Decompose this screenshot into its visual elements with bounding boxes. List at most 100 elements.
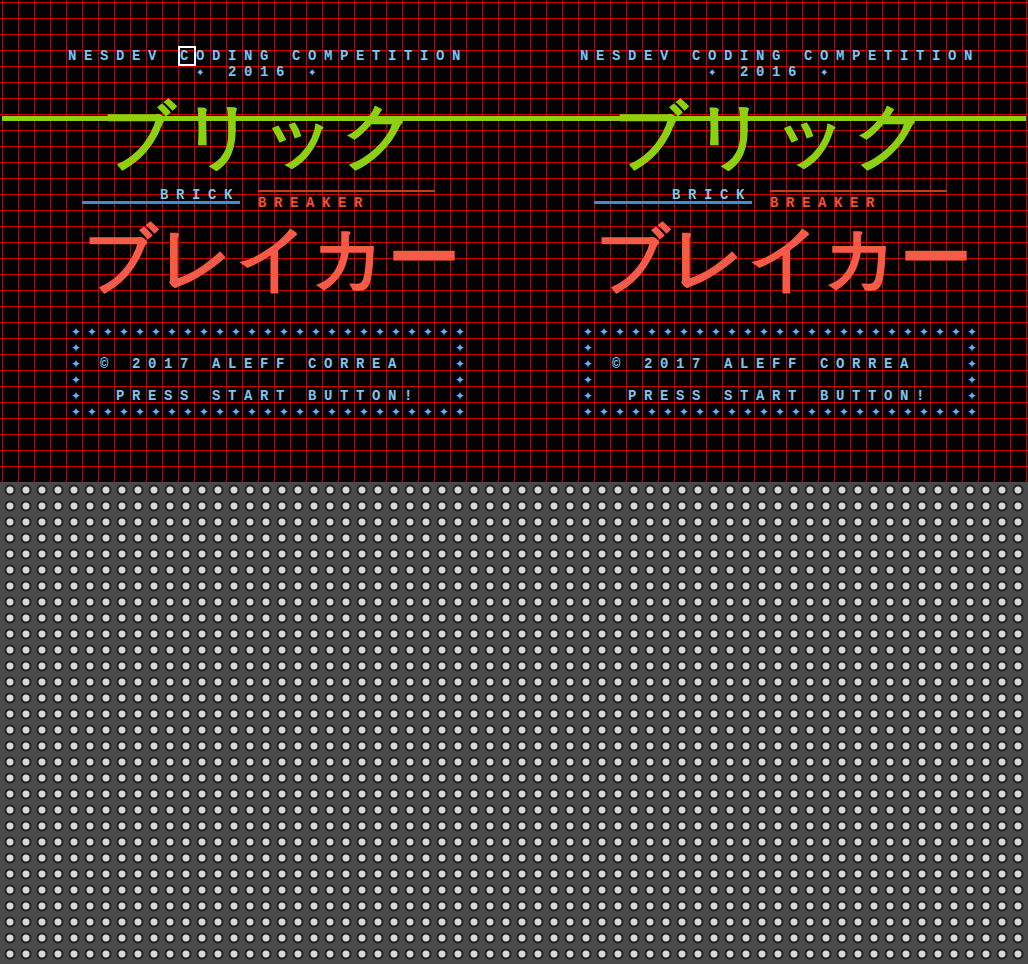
star-icon: ✦ [964, 340, 980, 356]
star-icon: ✦ [708, 324, 724, 340]
box-border-top: ✦✦✦✦✦✦✦✦✦✦✦✦✦✦✦✦✦✦✦✦✦✦✦✦✦ [68, 324, 468, 340]
star-icon: ✦ [596, 324, 612, 340]
star-icon: ✦ [84, 404, 100, 420]
star-icon: ✦ [900, 324, 916, 340]
star-icon: ✦ [804, 324, 820, 340]
star-icon: ✦ [932, 404, 948, 420]
logo-labels: BRICK BREAKER [514, 186, 1026, 216]
star-icon: ✦ [692, 404, 708, 420]
star-icon: ✦ [644, 404, 660, 420]
star-icon: ✦ [244, 324, 260, 340]
star-icon: ✦ [452, 388, 468, 404]
box-border-top: ✦✦✦✦✦✦✦✦✦✦✦✦✦✦✦✦✦✦✦✦✦✦✦✦✦ [580, 324, 980, 340]
lower-nametables[interactable] [0, 482, 1028, 964]
star-icon: ✦ [452, 340, 468, 356]
logo-katakana-bottom: ブレイカー [2, 216, 514, 300]
star-icon: ✦ [964, 372, 980, 388]
nametable[interactable]: NESDEV CODING COMPETITION✦ 2016 ✦ブリックBRI… [514, 0, 1026, 482]
star-icon: ✦ [948, 404, 964, 420]
press-start-text: PRESS START BUTTON! [84, 388, 452, 404]
star-icon: ✦ [164, 404, 180, 420]
star-icon: ✦ [68, 388, 84, 404]
star-icon: ✦ [308, 404, 324, 420]
star-icon: ✦ [740, 324, 756, 340]
star-icon: ✦ [100, 404, 116, 420]
box-row: ✦✦ [68, 340, 468, 356]
brick-label: BRICK [82, 186, 240, 204]
star-icon: ✦ [372, 324, 388, 340]
star-icon: ✦ [340, 324, 356, 340]
star-icon: ✦ [804, 404, 820, 420]
competition-title: NESDEV CODING COMPETITION [2, 48, 514, 64]
star-icon: ✦ [580, 340, 596, 356]
star-icon: ✦ [964, 356, 980, 372]
star-icon: ✦ [916, 404, 932, 420]
breaker-label: BREAKER [258, 190, 435, 216]
star-icon: ✦ [196, 404, 212, 420]
competition-year: ✦ 2016 ✦ [2, 64, 514, 80]
logo-katakana-bottom: ブレイカー [514, 216, 1026, 300]
star-icon: ✦ [68, 356, 84, 372]
logo-katakana-top: ブリック [2, 90, 514, 180]
star-icon: ✦ [116, 404, 132, 420]
star-icon: ✦ [68, 340, 84, 356]
star-icon: ✦ [164, 324, 180, 340]
star-icon: ✦ [628, 324, 644, 340]
star-icon: ✦ [228, 324, 244, 340]
star-icon: ✦ [772, 324, 788, 340]
star-icon: ✦ [308, 324, 324, 340]
star-icon: ✦ [612, 324, 628, 340]
upper-nametables: NESDEV CODING COMPETITION✦ 2016 ✦ブリックBRI… [0, 0, 1028, 482]
brick-label: BRICK [594, 186, 752, 204]
star-icon: ✦ [756, 324, 772, 340]
star-icon: ✦ [964, 324, 980, 340]
star-icon: ✦ [724, 404, 740, 420]
star-icon: ✦ [420, 324, 436, 340]
star-icon: ✦ [212, 404, 228, 420]
star-icon: ✦ [788, 324, 804, 340]
credit-text: © 2017 ALEFF CORREA [596, 356, 964, 372]
star-icon: ✦ [708, 404, 724, 420]
star-icon: ✦ [452, 356, 468, 372]
star-icon: ✦ [868, 324, 884, 340]
box-row: ✦© 2017 ALEFF CORREA✦ [68, 356, 468, 372]
star-icon: ✦ [68, 324, 84, 340]
star-icon: ✦ [404, 324, 420, 340]
star-icon: ✦ [884, 404, 900, 420]
star-icon: ✦ [324, 404, 340, 420]
star-icon: ✦ [100, 324, 116, 340]
star-icon: ✦ [260, 324, 276, 340]
box-row: ✦✦ [580, 340, 980, 356]
box-row: ✦✦ [580, 372, 980, 388]
star-icon: ✦ [420, 404, 436, 420]
star-icon: ✦ [964, 388, 980, 404]
star-icon: ✦ [948, 324, 964, 340]
nametable[interactable]: NESDEV CODING COMPETITION✦ 2016 ✦ ブリック BRI… [2, 0, 514, 482]
star-icon: ✦ [436, 404, 452, 420]
breaker-label: BREAKER [770, 190, 947, 216]
star-icon: ✦ [212, 324, 228, 340]
box-row: ✦PRESS START BUTTON!✦ [580, 388, 980, 404]
star-icon: ✦ [244, 404, 260, 420]
star-icon: ✦ [260, 404, 276, 420]
star-icon: ✦ [148, 324, 164, 340]
star-icon: ✦ [724, 324, 740, 340]
star-icon: ✦ [84, 324, 100, 340]
star-icon: ✦ [68, 404, 84, 420]
star-icon: ✦ [324, 324, 340, 340]
star-icon: ✦ [580, 324, 596, 340]
star-icon: ✦ [660, 324, 676, 340]
star-icon: ✦ [148, 404, 164, 420]
press-start-text: PRESS START BUTTON! [596, 388, 964, 404]
box-border-bottom: ✦✦✦✦✦✦✦✦✦✦✦✦✦✦✦✦✦✦✦✦✦✦✦✦✦ [68, 404, 468, 420]
star-icon: ✦ [68, 372, 84, 388]
star-icon: ✦ [820, 324, 836, 340]
star-icon: ✦ [788, 404, 804, 420]
star-icon: ✦ [676, 404, 692, 420]
tile-cursor [178, 46, 196, 66]
star-icon: ✦ [852, 404, 868, 420]
star-icon: ✦ [756, 404, 772, 420]
box-row: ✦✦ [68, 372, 468, 388]
star-icon: ✦ [740, 404, 756, 420]
star-icon: ✦ [884, 324, 900, 340]
